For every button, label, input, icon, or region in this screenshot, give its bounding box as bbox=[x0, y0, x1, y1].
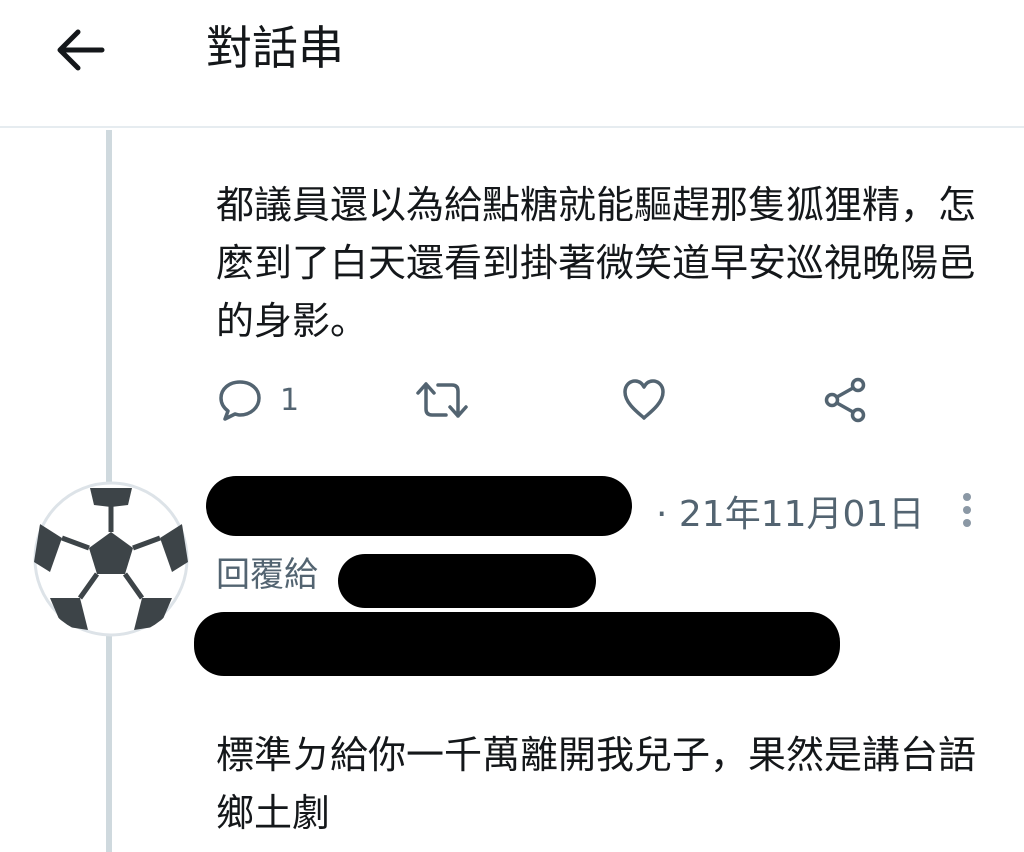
reply-icon bbox=[219, 380, 261, 421]
thread-line bbox=[106, 130, 112, 482]
redacted-text bbox=[194, 612, 840, 676]
redacted-username bbox=[206, 476, 632, 536]
top-bar: 對話串 bbox=[0, 0, 1024, 128]
retweet-icon bbox=[416, 382, 468, 418]
share-icon bbox=[824, 377, 866, 423]
tweet-date: · 21年11月01日 bbox=[656, 494, 925, 535]
heart-icon bbox=[623, 379, 665, 420]
tweet-text: 都議員還以為給點糖就能驅趕那隻狐狸精，怎麼到了白天還看到掛著微笑道早安巡視晚陽邑… bbox=[216, 183, 977, 343]
redacted-reply-target bbox=[338, 554, 596, 608]
avatar[interactable] bbox=[32, 480, 190, 638]
arrow-left-icon bbox=[57, 29, 105, 71]
tweet-actions: 1 bbox=[216, 372, 896, 428]
like-button[interactable] bbox=[620, 372, 668, 428]
reply-text: 標準ㄉ給你一千萬離開我兒子，果然是講台語鄉土劇 bbox=[216, 733, 977, 835]
more-options-button[interactable] bbox=[952, 488, 982, 536]
reply-to-label: 回覆給 bbox=[216, 555, 318, 595]
page-title: 對話串 bbox=[206, 21, 344, 75]
back-button[interactable] bbox=[52, 26, 108, 74]
reply-button[interactable]: 1 bbox=[216, 372, 299, 428]
retweet-button[interactable] bbox=[414, 372, 470, 428]
thread-line bbox=[106, 636, 112, 852]
share-button[interactable] bbox=[822, 372, 870, 428]
reply-count: 1 bbox=[280, 382, 300, 418]
soccer-ball-icon bbox=[33, 481, 189, 637]
more-vertical-icon bbox=[963, 493, 971, 527]
